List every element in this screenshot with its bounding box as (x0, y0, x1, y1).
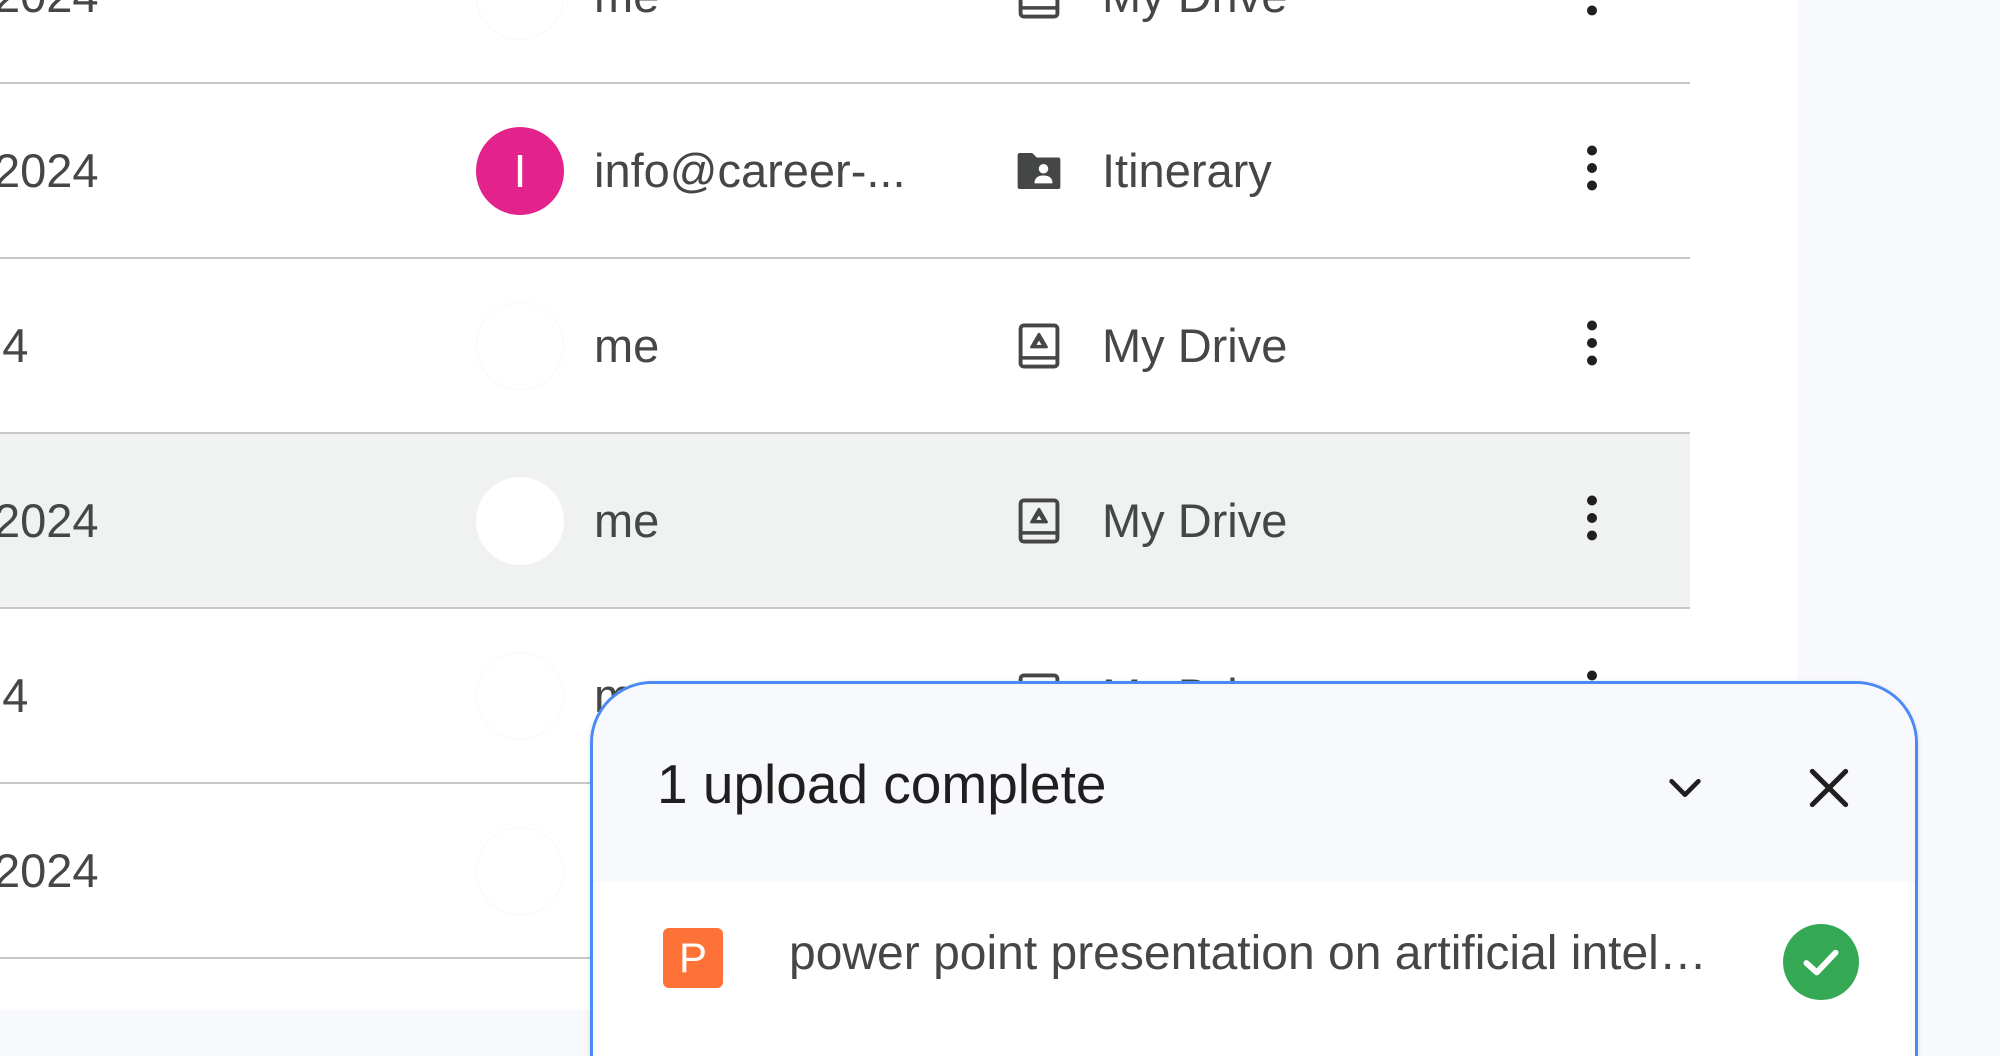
location-cell[interactable]: My Drive (1012, 434, 1287, 607)
last-modified-date: 2024 (0, 0, 99, 82)
my-drive-icon (1012, 319, 1066, 373)
collapse-upload-panel-button[interactable] (1645, 748, 1725, 828)
owner-name: me (594, 0, 659, 23)
check-circle-icon (1783, 924, 1859, 1000)
more-vert-icon (1582, 0, 1602, 28)
last-modified-date: 024 (0, 319, 29, 372)
file-row[interactable]: 024 me My Drive (0, 259, 1690, 434)
owner-name: me (594, 319, 660, 372)
upload-panel-title: 1 upload complete (657, 753, 1107, 815)
owner-cell: me (476, 434, 659, 607)
owner-name: info@career-... (594, 144, 906, 197)
last-modified-date: 2024 (0, 494, 99, 547)
last-modified-date: 2024 (0, 144, 99, 197)
drive-viewport: 2024 me My Drive 2024 I info@career-... … (0, 0, 2000, 1056)
file-row[interactable]: 2024 me My Drive (0, 0, 1690, 84)
file-row[interactable]: 2024 I info@career-... Itinerary (0, 84, 1690, 259)
location-cell[interactable]: Itinerary (1012, 84, 1272, 257)
uploaded-file-name[interactable]: power point presentation on artificial i… (789, 926, 1709, 981)
location-name: My Drive (1102, 0, 1287, 23)
last-modified-date: 2024 (0, 844, 99, 897)
more-actions-button[interactable] (1564, 84, 1620, 257)
my-drive-icon (1012, 494, 1066, 548)
owner-avatar (476, 301, 564, 390)
powerpoint-file-icon: P (663, 928, 723, 988)
shared-folder-icon (1012, 144, 1066, 198)
owner-avatar (476, 0, 564, 40)
last-modified-date: 024 (0, 669, 29, 722)
my-drive-icon (1012, 0, 1066, 23)
close-upload-panel-button[interactable] (1789, 748, 1869, 828)
more-vert-icon (1582, 488, 1602, 553)
close-icon (1809, 768, 1849, 808)
owner-avatar: I (476, 126, 564, 215)
chevron-down-icon (1669, 778, 1701, 798)
owner-avatar (476, 826, 564, 915)
more-vert-icon (1582, 138, 1602, 203)
location-name: My Drive (1102, 319, 1288, 372)
location-cell[interactable]: My Drive (1012, 259, 1287, 432)
location-cell[interactable]: My Drive (1012, 0, 1287, 82)
upload-item[interactable]: P power point presentation on artificial… (593, 882, 1915, 1054)
owner-cell: I info@career-... (476, 84, 906, 257)
owner-name: me (594, 494, 660, 547)
file-row[interactable]: 2024 me My Drive (0, 434, 1690, 609)
location-name: My Drive (1102, 494, 1288, 547)
upload-progress-panel: 1 upload complete P power point presenta… (590, 681, 1918, 1056)
owner-avatar (476, 476, 564, 565)
more-actions-button[interactable] (1564, 259, 1620, 432)
owner-cell: me (476, 259, 659, 432)
more-actions-button[interactable] (1564, 0, 1620, 82)
owner-cell: me (476, 0, 659, 82)
upload-panel-header: 1 upload complete (593, 684, 1915, 882)
more-vert-icon (1582, 313, 1602, 378)
more-actions-button[interactable] (1564, 434, 1620, 607)
owner-avatar (476, 651, 564, 740)
location-name: Itinerary (1102, 144, 1272, 197)
